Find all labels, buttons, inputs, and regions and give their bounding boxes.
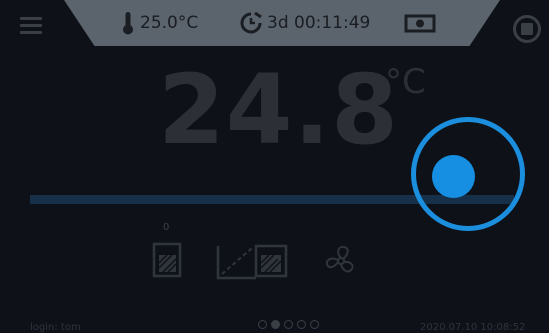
controller-screen: 25.0°C 3d 00:11:49 24.8 °C 0 login: tom … <box>0 0 549 333</box>
status-bar: 25.0°C 3d 00:11:49 <box>64 0 500 46</box>
page-dot[interactable] <box>310 320 319 329</box>
stop-button[interactable] <box>512 14 542 44</box>
fan-icon[interactable] <box>322 242 360 280</box>
temperature-unit: °C <box>385 62 426 102</box>
menu-button[interactable] <box>20 17 42 35</box>
clock-icon <box>240 11 262 34</box>
set-temperature[interactable]: 25.0°C <box>122 10 198 36</box>
heating-icon[interactable] <box>150 242 186 280</box>
set-temperature-value: 25.0°C <box>140 13 199 33</box>
page-dot[interactable] <box>284 320 293 329</box>
ramp-program-icon[interactable] <box>216 242 292 280</box>
page-dot[interactable] <box>258 320 267 329</box>
date-time: 2020.07.10 10:08:52 <box>420 322 526 333</box>
thermometer-icon <box>123 12 133 35</box>
camera-status[interactable] <box>404 10 436 36</box>
page-dot-active[interactable] <box>271 320 280 329</box>
touch-indicator-dot <box>432 155 475 198</box>
page-dot[interactable] <box>297 320 306 329</box>
page-indicator <box>258 320 319 329</box>
current-temperature: 24.8 <box>158 54 399 166</box>
segment-count: 0 <box>163 222 170 233</box>
login-user: login: tom <box>30 322 81 333</box>
timer[interactable]: 3d 00:11:49 <box>239 10 370 36</box>
camera-icon <box>404 14 436 33</box>
timer-value: 3d 00:11:49 <box>267 13 371 33</box>
